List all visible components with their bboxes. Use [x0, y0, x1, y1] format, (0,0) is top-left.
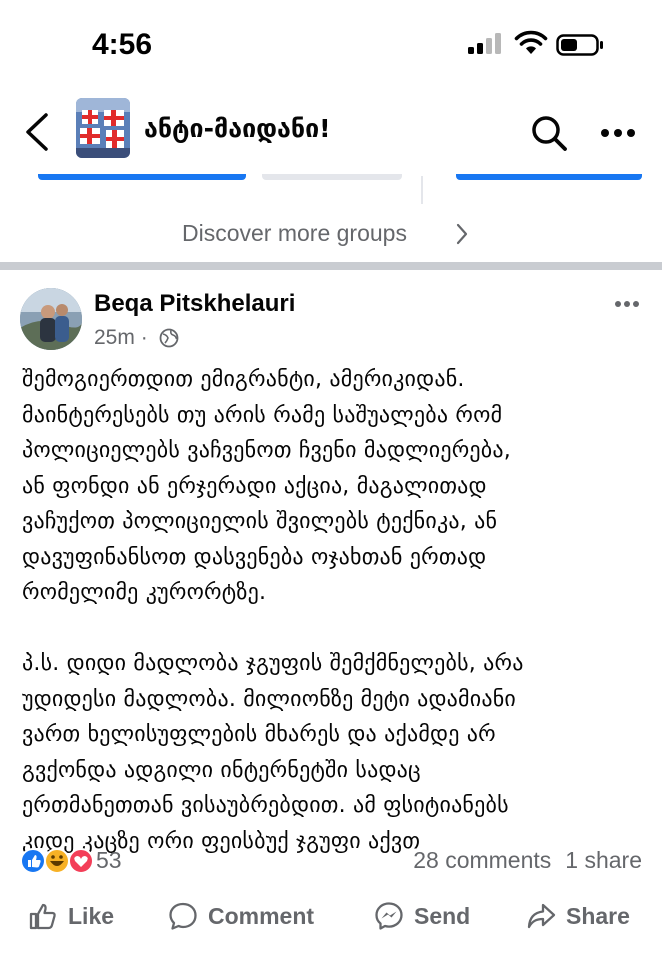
comment-label: Comment: [208, 902, 315, 929]
post-time[interactable]: 25m: [94, 326, 135, 349]
tab-divider: [421, 176, 423, 204]
section-separator: [0, 262, 662, 270]
post-meta: 25m ·: [94, 326, 148, 350]
post-line: ვაჩუქოთ პოლიციელის შვილებს ტექნიკა, ან: [22, 509, 498, 534]
wifi-icon: [514, 30, 548, 54]
post-body: შემოგიერთდით ემიგრანტი, ამერიკიდან. მაინ…: [22, 362, 648, 859]
post-line: დავუფინანსოთ დასვენება ოჯახთან ერთად: [22, 544, 487, 570]
like-label: Like: [68, 902, 115, 929]
tab-stub-left: [38, 174, 246, 180]
like-icon: [29, 903, 56, 930]
post-ps-line: უდიდესი მადლობა. მილიონზე მეტი ადამიანი: [22, 686, 516, 712]
signal-icon: [468, 33, 501, 54]
status-time: 4:56: [92, 28, 153, 61]
tab-stub-right: [456, 174, 642, 180]
share-button[interactable]: Share: [526, 900, 630, 932]
group-name[interactable]: ანტი-მაიდანი!: [144, 114, 331, 143]
tab-stub-mid: [262, 174, 402, 180]
chevron-right-icon: [456, 223, 468, 245]
messenger-icon: [375, 902, 403, 930]
discover-more-groups-link[interactable]: Discover more groups: [182, 220, 407, 247]
post-ps-line: ვართ ხელისუფლების მხარეს და აქამდე არ: [22, 722, 496, 747]
globe-icon: [159, 328, 179, 348]
search-icon[interactable]: [530, 114, 570, 154]
post-options-icon[interactable]: [614, 300, 640, 308]
shares-count[interactable]: 1 share: [565, 847, 642, 873]
post-line: შემოგიერთდით ემიგრანტი, ამერიკიდან.: [22, 367, 465, 392]
more-options-icon[interactable]: [600, 128, 636, 138]
post-line: რომელიმე კურორტზე.: [22, 580, 267, 605]
post-ps-line: გვქონდა ადგილი ინტერნეტში სადაც: [22, 757, 421, 783]
like-button[interactable]: Like: [28, 900, 114, 932]
send-label: Send: [414, 902, 471, 929]
post-line: ან ფონდი ან ერჯერადი აქცია, მაგალითად: [22, 473, 487, 499]
post-ps-line: ერთმანეთთან ვისაუბრებდით. ამ ფსიტიანებს: [22, 793, 509, 818]
post-line: პოლიციელებს ვაჩვენოთ ჩვენი მადლიერება,: [22, 438, 511, 463]
status-bar: 4:56: [0, 0, 662, 90]
battery-icon: [556, 34, 603, 56]
share-label: Share: [566, 902, 630, 929]
post-line: მაინტერესებს თუ არის რამე საშუალება რომ: [22, 402, 503, 428]
reaction-icons[interactable]: [20, 846, 96, 876]
author-avatar[interactable]: [20, 288, 82, 350]
post-stats: 28 comments 1 share: [413, 847, 642, 874]
comment-button[interactable]: Comment: [168, 900, 314, 932]
meta-separator: ·: [140, 326, 148, 349]
reaction-count[interactable]: 53: [96, 847, 122, 874]
post-ps-line: პ.ს. დიდი მადლობა ჯგუფის შემქმნელებს, არ…: [22, 651, 524, 676]
comments-count[interactable]: 28 comments: [413, 847, 551, 873]
comment-icon: [169, 902, 197, 930]
back-icon[interactable]: [22, 112, 52, 152]
author-name[interactable]: Beqa Pitskhelauri: [94, 290, 295, 318]
send-button[interactable]: Send: [374, 900, 470, 932]
group-avatar[interactable]: [76, 98, 130, 158]
share-icon: [527, 903, 556, 929]
